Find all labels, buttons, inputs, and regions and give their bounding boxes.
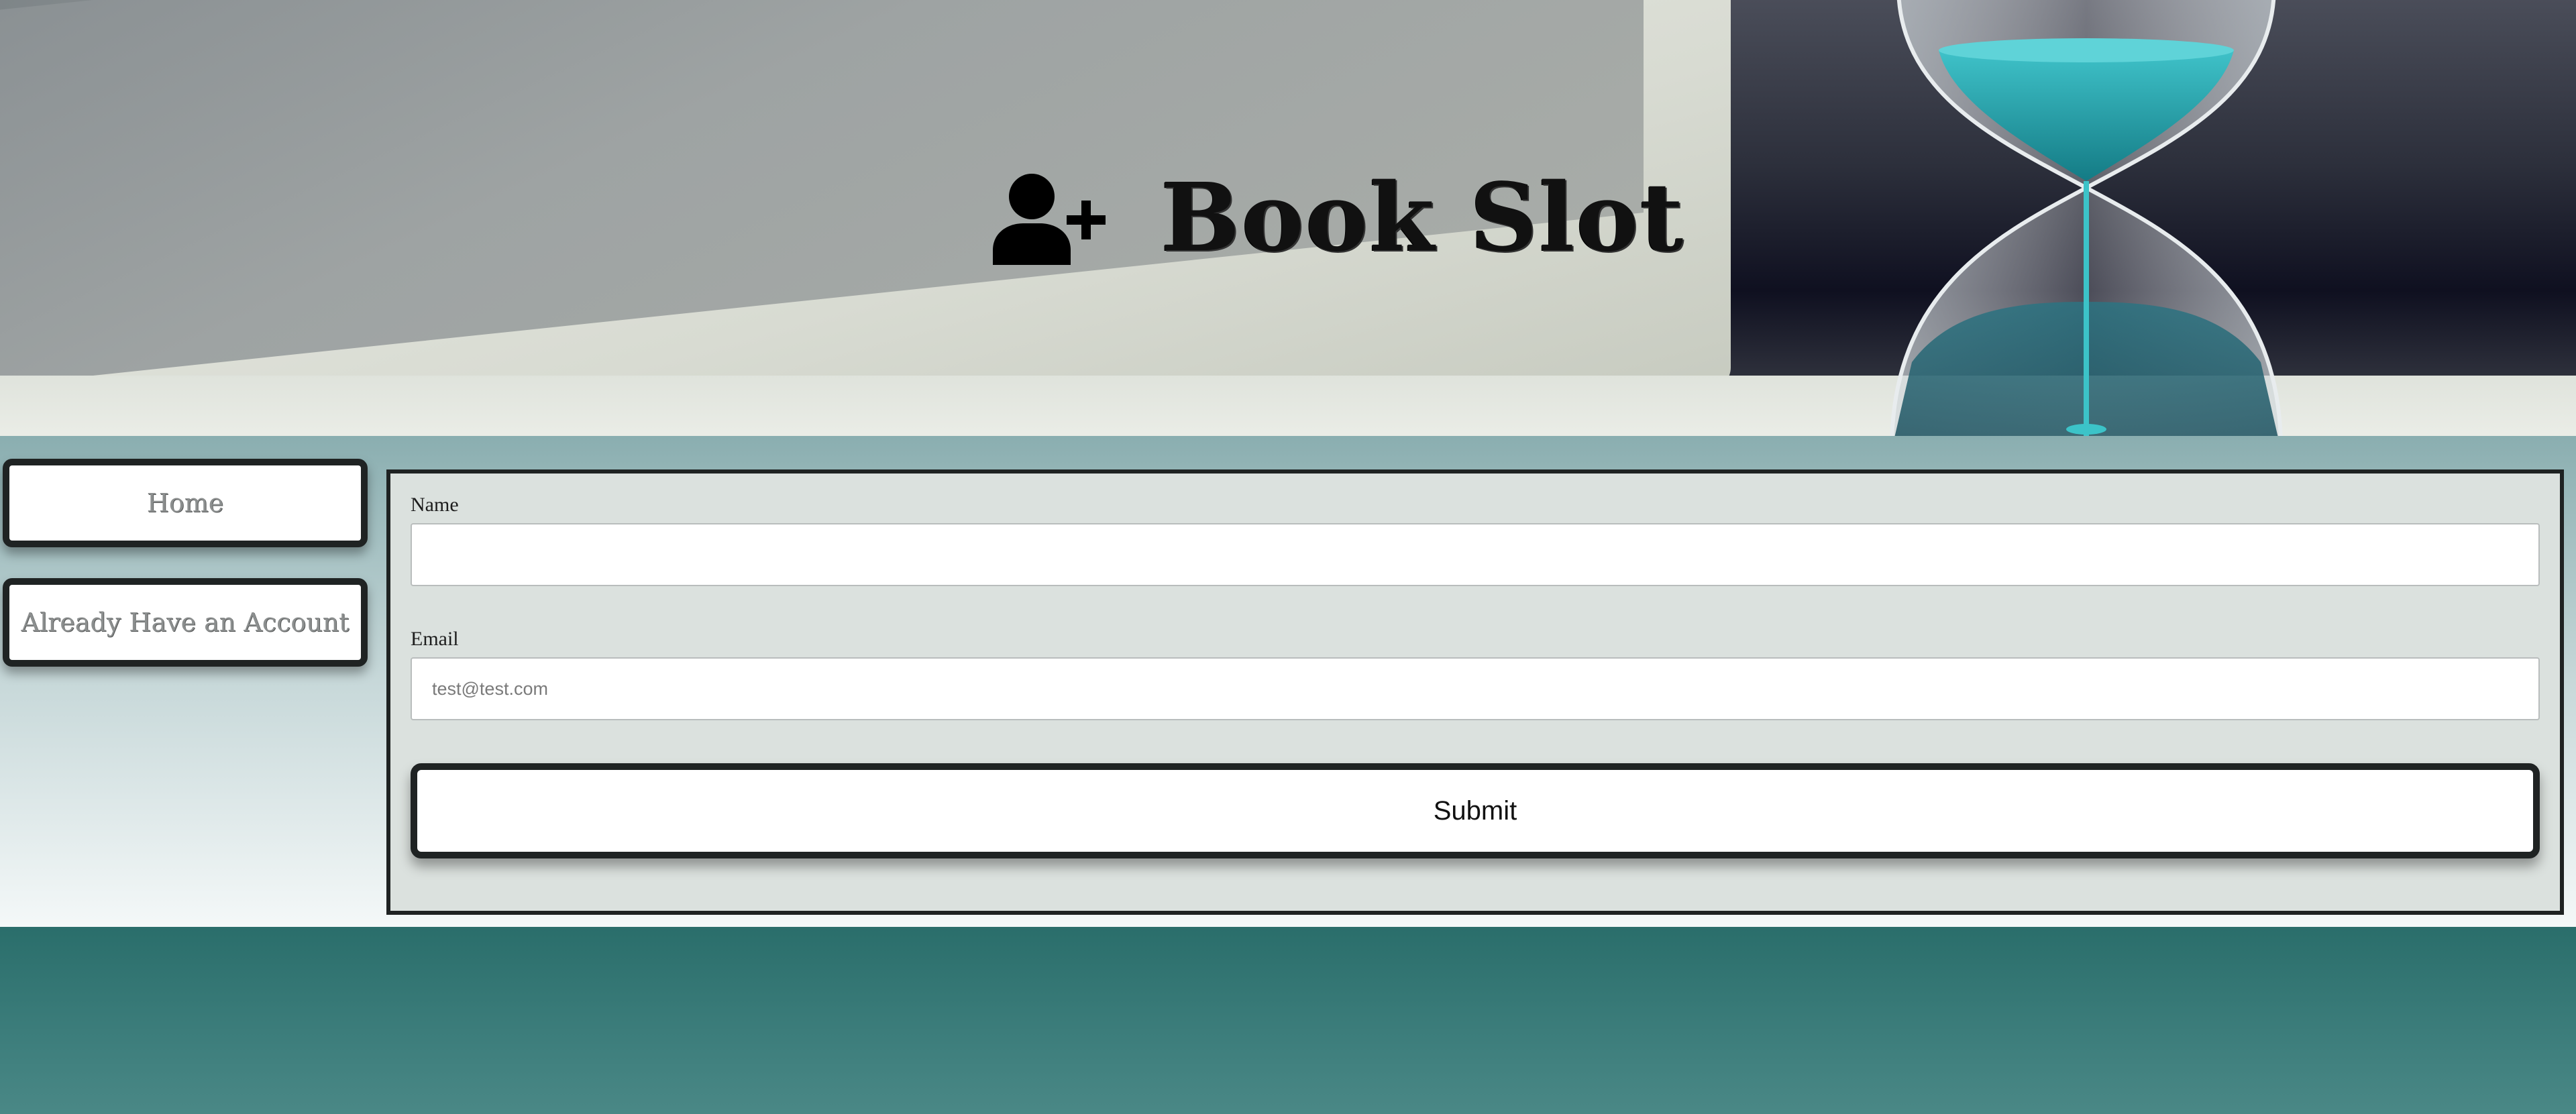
page-header: Book Slot	[993, 163, 1685, 273]
hourglass-image	[1890, 0, 2283, 436]
page-title: Book Slot	[1161, 163, 1685, 273]
user-plus-icon	[993, 174, 1106, 265]
hero-banner: Book Slot	[0, 0, 2576, 436]
sidebar-item-label: Home	[146, 488, 224, 518]
sidebar-item-label: Already Have an Account	[21, 608, 350, 637]
footer-area	[0, 927, 2576, 1114]
email-label: Email	[411, 628, 459, 650]
email-input[interactable]	[411, 657, 2540, 720]
name-field-group: Name	[411, 494, 2540, 586]
name-label: Name	[411, 494, 459, 516]
sidebar-item-home[interactable]: Home	[3, 459, 368, 547]
booking-form: Name Email Submit	[386, 469, 2564, 915]
sidebar-item-already-have-account[interactable]: Already Have an Account	[3, 578, 368, 667]
submit-button-label: Submit	[1433, 795, 1517, 826]
submit-button[interactable]: Submit	[411, 763, 2540, 858]
name-input[interactable]	[411, 523, 2540, 586]
email-field-group: Email	[411, 628, 2540, 720]
